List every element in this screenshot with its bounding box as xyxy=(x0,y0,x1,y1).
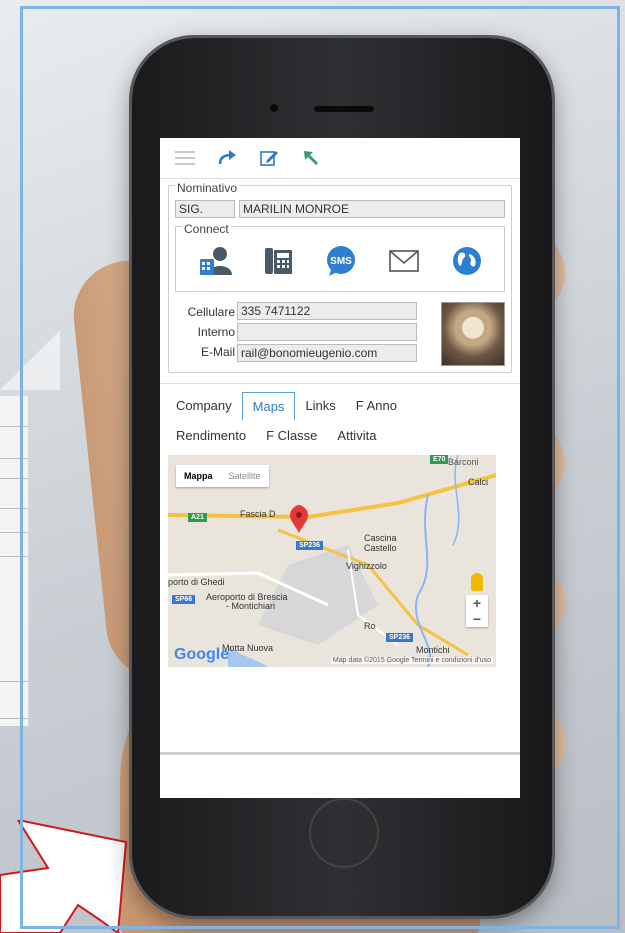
background-photo: Nominativo SIG. MARILIN MONROE Connect S… xyxy=(0,0,625,933)
highlight-frame xyxy=(20,6,620,929)
